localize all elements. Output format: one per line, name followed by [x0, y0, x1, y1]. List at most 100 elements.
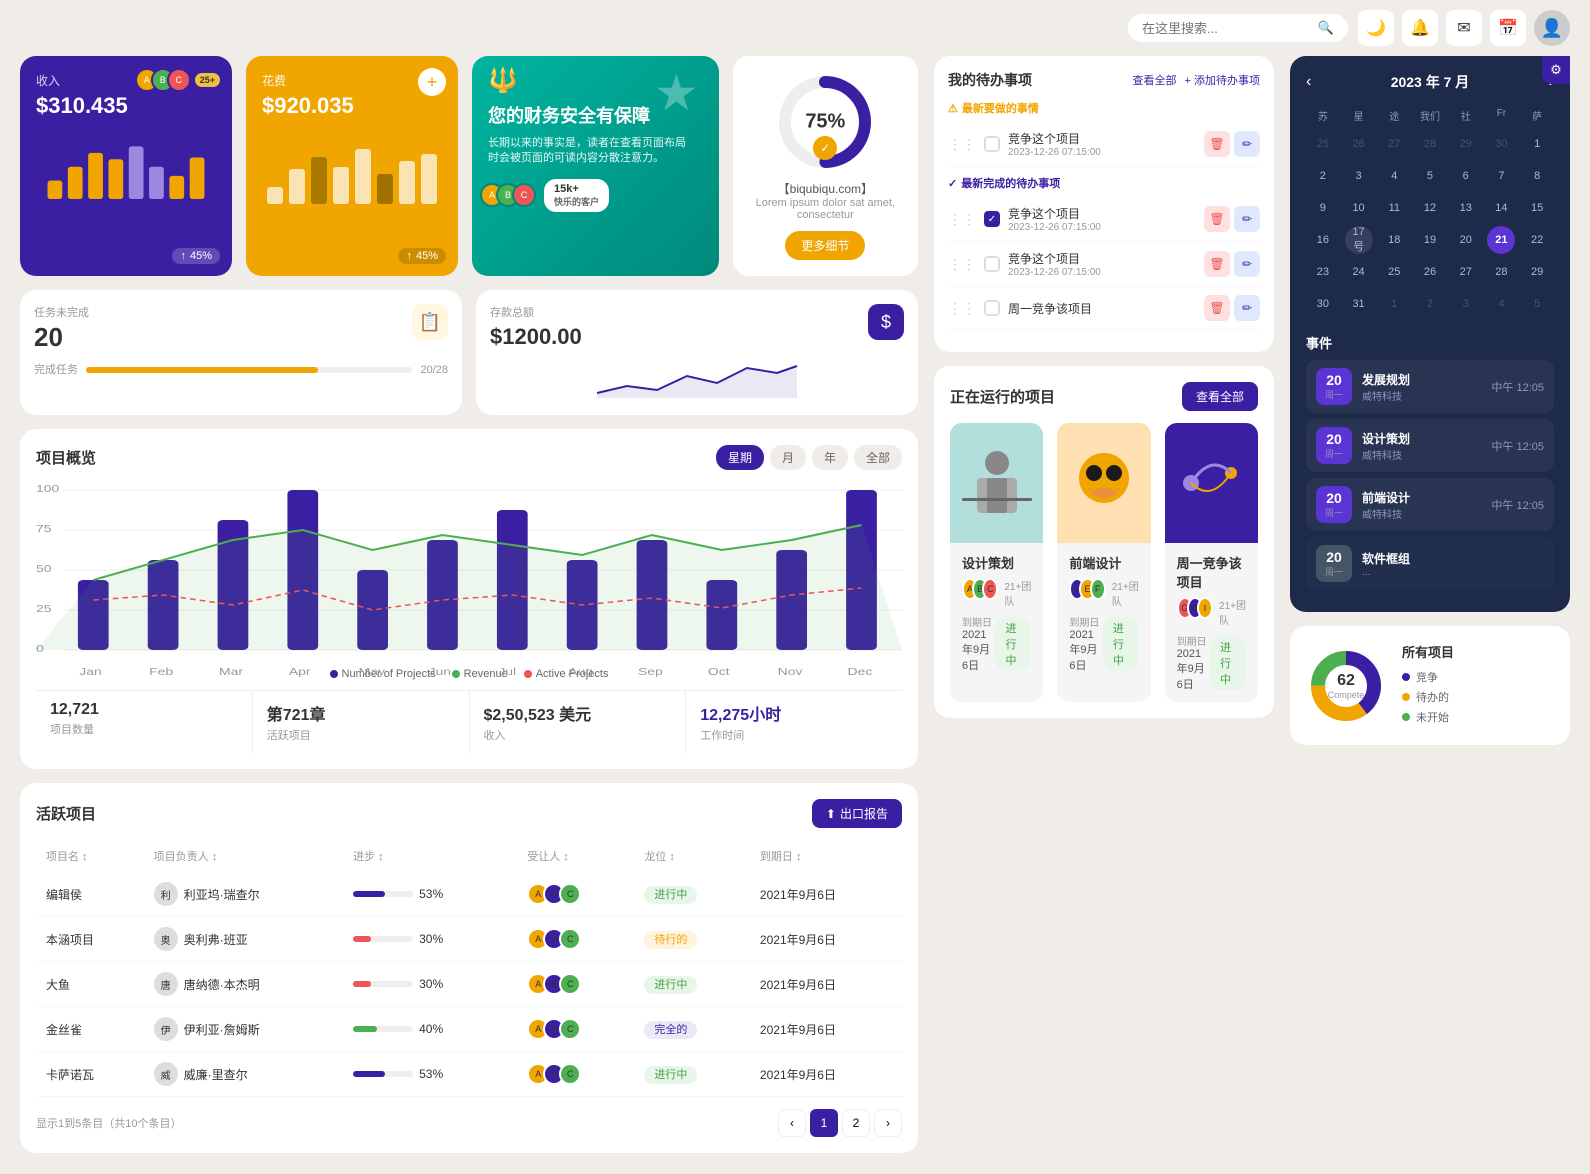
cal-day-9[interactable]: 9 — [1309, 194, 1337, 222]
checkbox-4[interactable] — [984, 300, 1000, 316]
todo-delete-2[interactable]: 🗑 — [1204, 206, 1230, 232]
cal-day-4next[interactable]: 4 — [1487, 290, 1515, 318]
page-1-btn[interactable]: 1 — [810, 1109, 838, 1137]
cal-day-13[interactable]: 13 — [1452, 194, 1480, 222]
col-status[interactable]: 龙位 ↕ — [634, 840, 750, 872]
event-2[interactable]: 20 周一 设计策划 威特科技 中午 12:05 — [1306, 419, 1554, 472]
drag-handle-2[interactable]: ⋮⋮ — [948, 211, 976, 228]
chart-tabs[interactable]: 星期 月 年 全部 — [716, 445, 902, 470]
donut-more-btn[interactable]: 更多细节 — [785, 231, 865, 260]
cal-day-2[interactable]: 2 — [1309, 162, 1337, 190]
search-input[interactable] — [1142, 21, 1310, 36]
cal-day-12[interactable]: 12 — [1416, 194, 1444, 222]
tab-all[interactable]: 全部 — [854, 445, 902, 470]
drag-handle-4[interactable]: ⋮⋮ — [948, 300, 976, 317]
cal-day-10[interactable]: 10 — [1345, 194, 1373, 222]
checkbox-1[interactable] — [984, 136, 1000, 152]
cal-day-27[interactable]: 27 — [1452, 258, 1480, 286]
cal-day-30[interactable]: 30 — [1309, 290, 1337, 318]
col-owner[interactable]: 项目负责人 ↕ — [144, 840, 343, 872]
col-assignees[interactable]: 受让人 ↕ — [517, 840, 634, 872]
todo-view-all[interactable]: 查看全部 — [1133, 72, 1177, 88]
cal-day-17[interactable]: 17号 — [1345, 226, 1373, 254]
todo-delete-3[interactable]: 🗑 — [1204, 251, 1230, 277]
calendar-icon[interactable]: 📅 — [1490, 10, 1526, 46]
cal-day-2next[interactable]: 2 — [1416, 290, 1444, 318]
page-2-btn[interactable]: 2 — [842, 1109, 870, 1137]
notification-bell[interactable]: 🔔 — [1402, 10, 1438, 46]
todo-edit-1[interactable]: ✏ — [1234, 131, 1260, 157]
cal-day-24[interactable]: 24 — [1345, 258, 1373, 286]
cal-day-16[interactable]: 16 — [1309, 226, 1337, 254]
todo-btns-2[interactable]: 🗑 ✏ — [1204, 206, 1260, 232]
cal-day-15[interactable]: 15 — [1523, 194, 1551, 222]
checkbox-3[interactable] — [984, 256, 1000, 272]
cal-day-1next[interactable]: 1 — [1380, 290, 1408, 318]
todo-delete-4[interactable]: 🗑 — [1204, 295, 1230, 321]
cal-day-1[interactable]: 1 — [1523, 130, 1551, 158]
cal-day-5next[interactable]: 5 — [1523, 290, 1551, 318]
tab-month[interactable]: 月 — [770, 445, 806, 470]
user-avatar[interactable]: 👤 — [1534, 10, 1570, 46]
col-name[interactable]: 项目名 ↕ — [36, 840, 144, 872]
event-3[interactable]: 20 周一 前端设计 威特科技 中午 12:05 — [1306, 478, 1554, 531]
cal-day-26prev[interactable]: 26 — [1345, 130, 1373, 158]
cal-day-22[interactable]: 22 — [1523, 226, 1551, 254]
drag-handle-1[interactable]: ⋮⋮ — [948, 136, 976, 153]
cal-day-21[interactable]: 21 — [1487, 226, 1515, 254]
search-box[interactable]: 🔍 — [1128, 14, 1348, 42]
cal-day-19[interactable]: 19 — [1416, 226, 1444, 254]
col-progress[interactable]: 进步 ↕ — [343, 840, 517, 872]
cal-day-4[interactable]: 4 — [1380, 162, 1408, 190]
cal-day-30prev[interactable]: 30 — [1487, 130, 1515, 158]
drag-handle-3[interactable]: ⋮⋮ — [948, 256, 976, 273]
cal-day-28prev[interactable]: 28 — [1416, 130, 1444, 158]
todo-btns-3[interactable]: 🗑 ✏ — [1204, 251, 1260, 277]
export-btn[interactable]: ⬆ 出口报告 — [812, 799, 902, 828]
progress-bar-0 — [353, 891, 413, 897]
cal-day-31[interactable]: 31 — [1345, 290, 1373, 318]
cal-day-14[interactable]: 14 — [1487, 194, 1515, 222]
calendar-settings[interactable]: ⚙ — [1542, 56, 1570, 84]
cal-day-29[interactable]: 29 — [1523, 258, 1551, 286]
todo-edit-3[interactable]: ✏ — [1234, 251, 1260, 277]
theme-toggle[interactable]: 🌙 — [1358, 10, 1394, 46]
todo-add[interactable]: + 添加待办事项 — [1185, 72, 1260, 88]
cal-day-7[interactable]: 7 — [1487, 162, 1515, 190]
cal-day-25[interactable]: 25 — [1380, 258, 1408, 286]
todo-btns-4[interactable]: 🗑 ✏ — [1204, 295, 1260, 321]
event-4[interactable]: 20 周一 软件框组 ... — [1306, 537, 1554, 590]
mail-icon[interactable]: ✉ — [1446, 10, 1482, 46]
cal-day-5[interactable]: 5 — [1416, 162, 1444, 190]
cal-day-29prev[interactable]: 29 — [1452, 130, 1480, 158]
cal-day-27prev[interactable]: 27 — [1380, 130, 1408, 158]
pagination-btns[interactable]: ‹ 1 2 › — [778, 1109, 902, 1137]
checkbox-2[interactable]: ✓ — [984, 211, 1000, 227]
todo-btns-1[interactable]: 🗑 ✏ — [1204, 131, 1260, 157]
todo-edit-4[interactable]: ✏ — [1234, 295, 1260, 321]
calendar-grid[interactable]: 苏 星 途 我们 社 Fr 萨 25 26 27 28 29 30 1 2 3 … — [1306, 104, 1554, 319]
cal-day-18[interactable]: 18 — [1380, 226, 1408, 254]
cal-prev-btn[interactable]: ‹ — [1306, 73, 1311, 91]
cal-day-11[interactable]: 11 — [1380, 194, 1408, 222]
cal-day-26[interactable]: 26 — [1416, 258, 1444, 286]
cal-day-25prev[interactable]: 25 — [1309, 130, 1337, 158]
expense-add-btn[interactable]: + — [418, 68, 446, 96]
cal-day-3next[interactable]: 3 — [1452, 290, 1480, 318]
cal-day-6[interactable]: 6 — [1452, 162, 1480, 190]
prev-page-btn[interactable]: ‹ — [778, 1109, 806, 1137]
tab-year[interactable]: 年 — [812, 445, 848, 470]
todo-delete-1[interactable]: 🗑 — [1204, 131, 1230, 157]
tab-week[interactable]: 星期 — [716, 445, 764, 470]
cal-day-28[interactable]: 28 — [1487, 258, 1515, 286]
cal-day-3[interactable]: 3 — [1345, 162, 1373, 190]
running-view-all-btn[interactable]: 查看全部 — [1182, 382, 1258, 411]
next-page-btn[interactable]: › — [874, 1109, 902, 1137]
todo-actions[interactable]: 查看全部 + 添加待办事项 — [1133, 72, 1260, 88]
event-1[interactable]: 20 周一 发展规划 威特科技 中午 12:05 — [1306, 360, 1554, 413]
cal-day-23[interactable]: 23 — [1309, 258, 1337, 286]
col-due[interactable]: 到期日 ↕ — [750, 840, 902, 872]
todo-edit-2[interactable]: ✏ — [1234, 206, 1260, 232]
cal-day-20[interactable]: 20 — [1452, 226, 1480, 254]
cal-day-8[interactable]: 8 — [1523, 162, 1551, 190]
